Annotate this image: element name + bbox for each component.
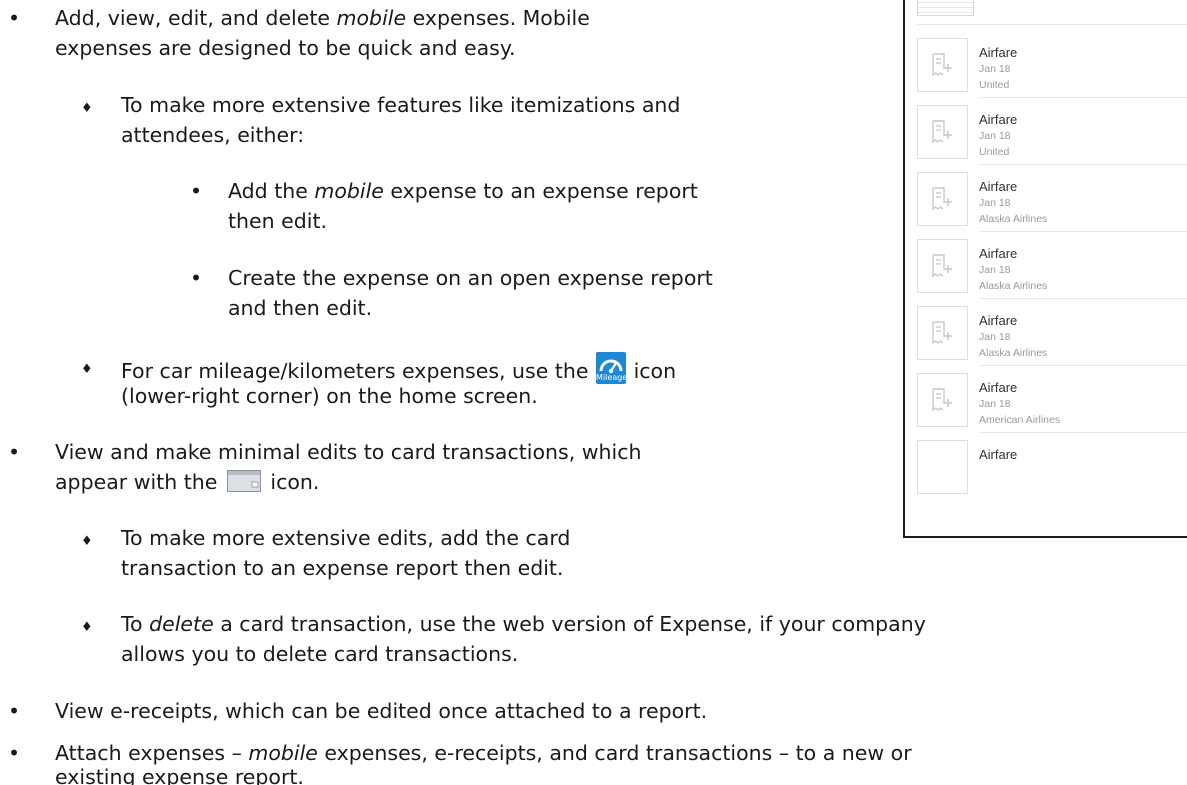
mileage-icon-label: Mileage [596,373,628,382]
expense-date: Jan 18 [979,63,1011,75]
receipt-add-icon [932,53,952,77]
receipt-add-icon [932,254,952,278]
bullet-text-line: then edit. [228,209,328,233]
sub-bullet-delete-card-transaction: To delete a card transaction, use the we… [121,612,926,636]
expense-title: Airfare [979,447,1018,462]
receipt-placeholder [917,373,968,427]
expense-title: Airfare [979,380,1018,395]
bullet-dot [8,739,18,767]
expense-vendor: American Airlines [979,414,1061,426]
expense-date: Jan 18 [979,264,1011,276]
expense-date: Jan 18 [979,398,1011,410]
expense-date: Jan 18 [979,197,1011,209]
expense-vendor: Alaska Airlines [979,280,1048,292]
bullet-text-line: allows you to delete card transactions. [121,642,519,666]
sub-sub-bullet-create-expense: Create the expense on an open expense re… [228,266,713,290]
expense-title: Airfare [979,313,1018,328]
bullet-dot [8,438,18,466]
sub-bullet-extensive-edits: To make more extensive edits, add the ca… [121,526,571,550]
bullet-dot [8,4,18,32]
receipt-add-icon [932,321,952,345]
sub-sub-bullet-add-mobile-expense: Add the mobile expense to an expense rep… [228,179,698,203]
bullet-text-line: attendees, either: [121,123,305,147]
expense-title: Airfare [979,112,1018,127]
card-icon [226,470,261,492]
receipt-placeholder [917,172,968,226]
receipt-add-icon [932,120,952,144]
expense-vendor: United [979,146,1010,158]
divider [979,298,1187,299]
expense-row[interactable]: Airfare Jan 18 United [917,99,1187,165]
expense-title: Airfare [979,179,1018,194]
bullet-diamond [81,352,91,384]
bullet-dot [190,177,200,205]
expense-vendor: United [979,79,1010,91]
expense-row[interactable]: Airfare [917,434,1187,500]
divider [979,432,1187,433]
bullet-text-line: (lower-right corner) on the home screen. [121,384,538,408]
bullet-text-line: appear with the icon. [55,470,320,494]
divider [979,365,1187,366]
header-receipt-thumbnail [917,0,974,16]
divider [917,24,1187,25]
receipt-placeholder [917,239,968,293]
receipt-placeholder [917,38,968,92]
receipt-add-icon [932,388,952,412]
receipt-placeholder [917,105,968,159]
bullet-dot [190,264,200,292]
expense-row[interactable]: Airfare Jan 18 Alaska Airlines [917,233,1187,299]
expense-row[interactable]: Airfare Jan 18 American Airlines [917,367,1187,433]
receipt-placeholder [917,440,968,494]
expense-date: Jan 18 [979,130,1011,142]
expense-title: Airfare [979,246,1018,261]
receipt-add-icon [932,187,952,211]
bullet-text-line: existing expense report. [55,765,304,785]
expense-row[interactable]: Airfare Jan 18 Alaska Airlines [917,166,1187,232]
divider [979,97,1187,98]
receipt-placeholder [917,306,968,360]
bullet-dot [8,697,18,725]
bullet-text-line: transaction to an expense report then ed… [121,556,564,580]
bullet-diamond [81,610,91,642]
divider [979,231,1187,232]
expense-row[interactable]: Airfare Jan 18 United [917,32,1187,98]
bullet-card-transactions: View and make minimal edits to card tran… [55,440,642,464]
expense-row[interactable]: Airfare Jan 18 Alaska Airlines [917,300,1187,366]
bullet-add-mobile-expenses: Add, view, edit, and delete mobile expen… [55,6,590,30]
bullet-diamond [81,91,91,123]
phone-expense-list-screenshot: Airfare Jan 18 United Airfare Jan 18 Uni… [903,0,1187,538]
expense-vendor: Alaska Airlines [979,213,1048,225]
mileage-icon: Mileage [596,352,628,384]
expense-date: Jan 18 [979,331,1011,343]
divider [979,164,1187,165]
sub-bullet-extensive-features: To make more extensive features like ite… [121,93,681,117]
bullet-diamond [81,524,91,556]
expense-title: Airfare [979,45,1018,60]
sub-bullet-car-mileage: For car mileage/kilometers expenses, use… [121,352,676,385]
expense-vendor: Alaska Airlines [979,347,1048,359]
bullet-view-e-receipts: View e-receipts, which can be edited onc… [55,699,708,723]
bullet-text-line: and then edit. [228,296,373,320]
bullet-text-line: expenses are designed to be quick and ea… [55,36,516,60]
